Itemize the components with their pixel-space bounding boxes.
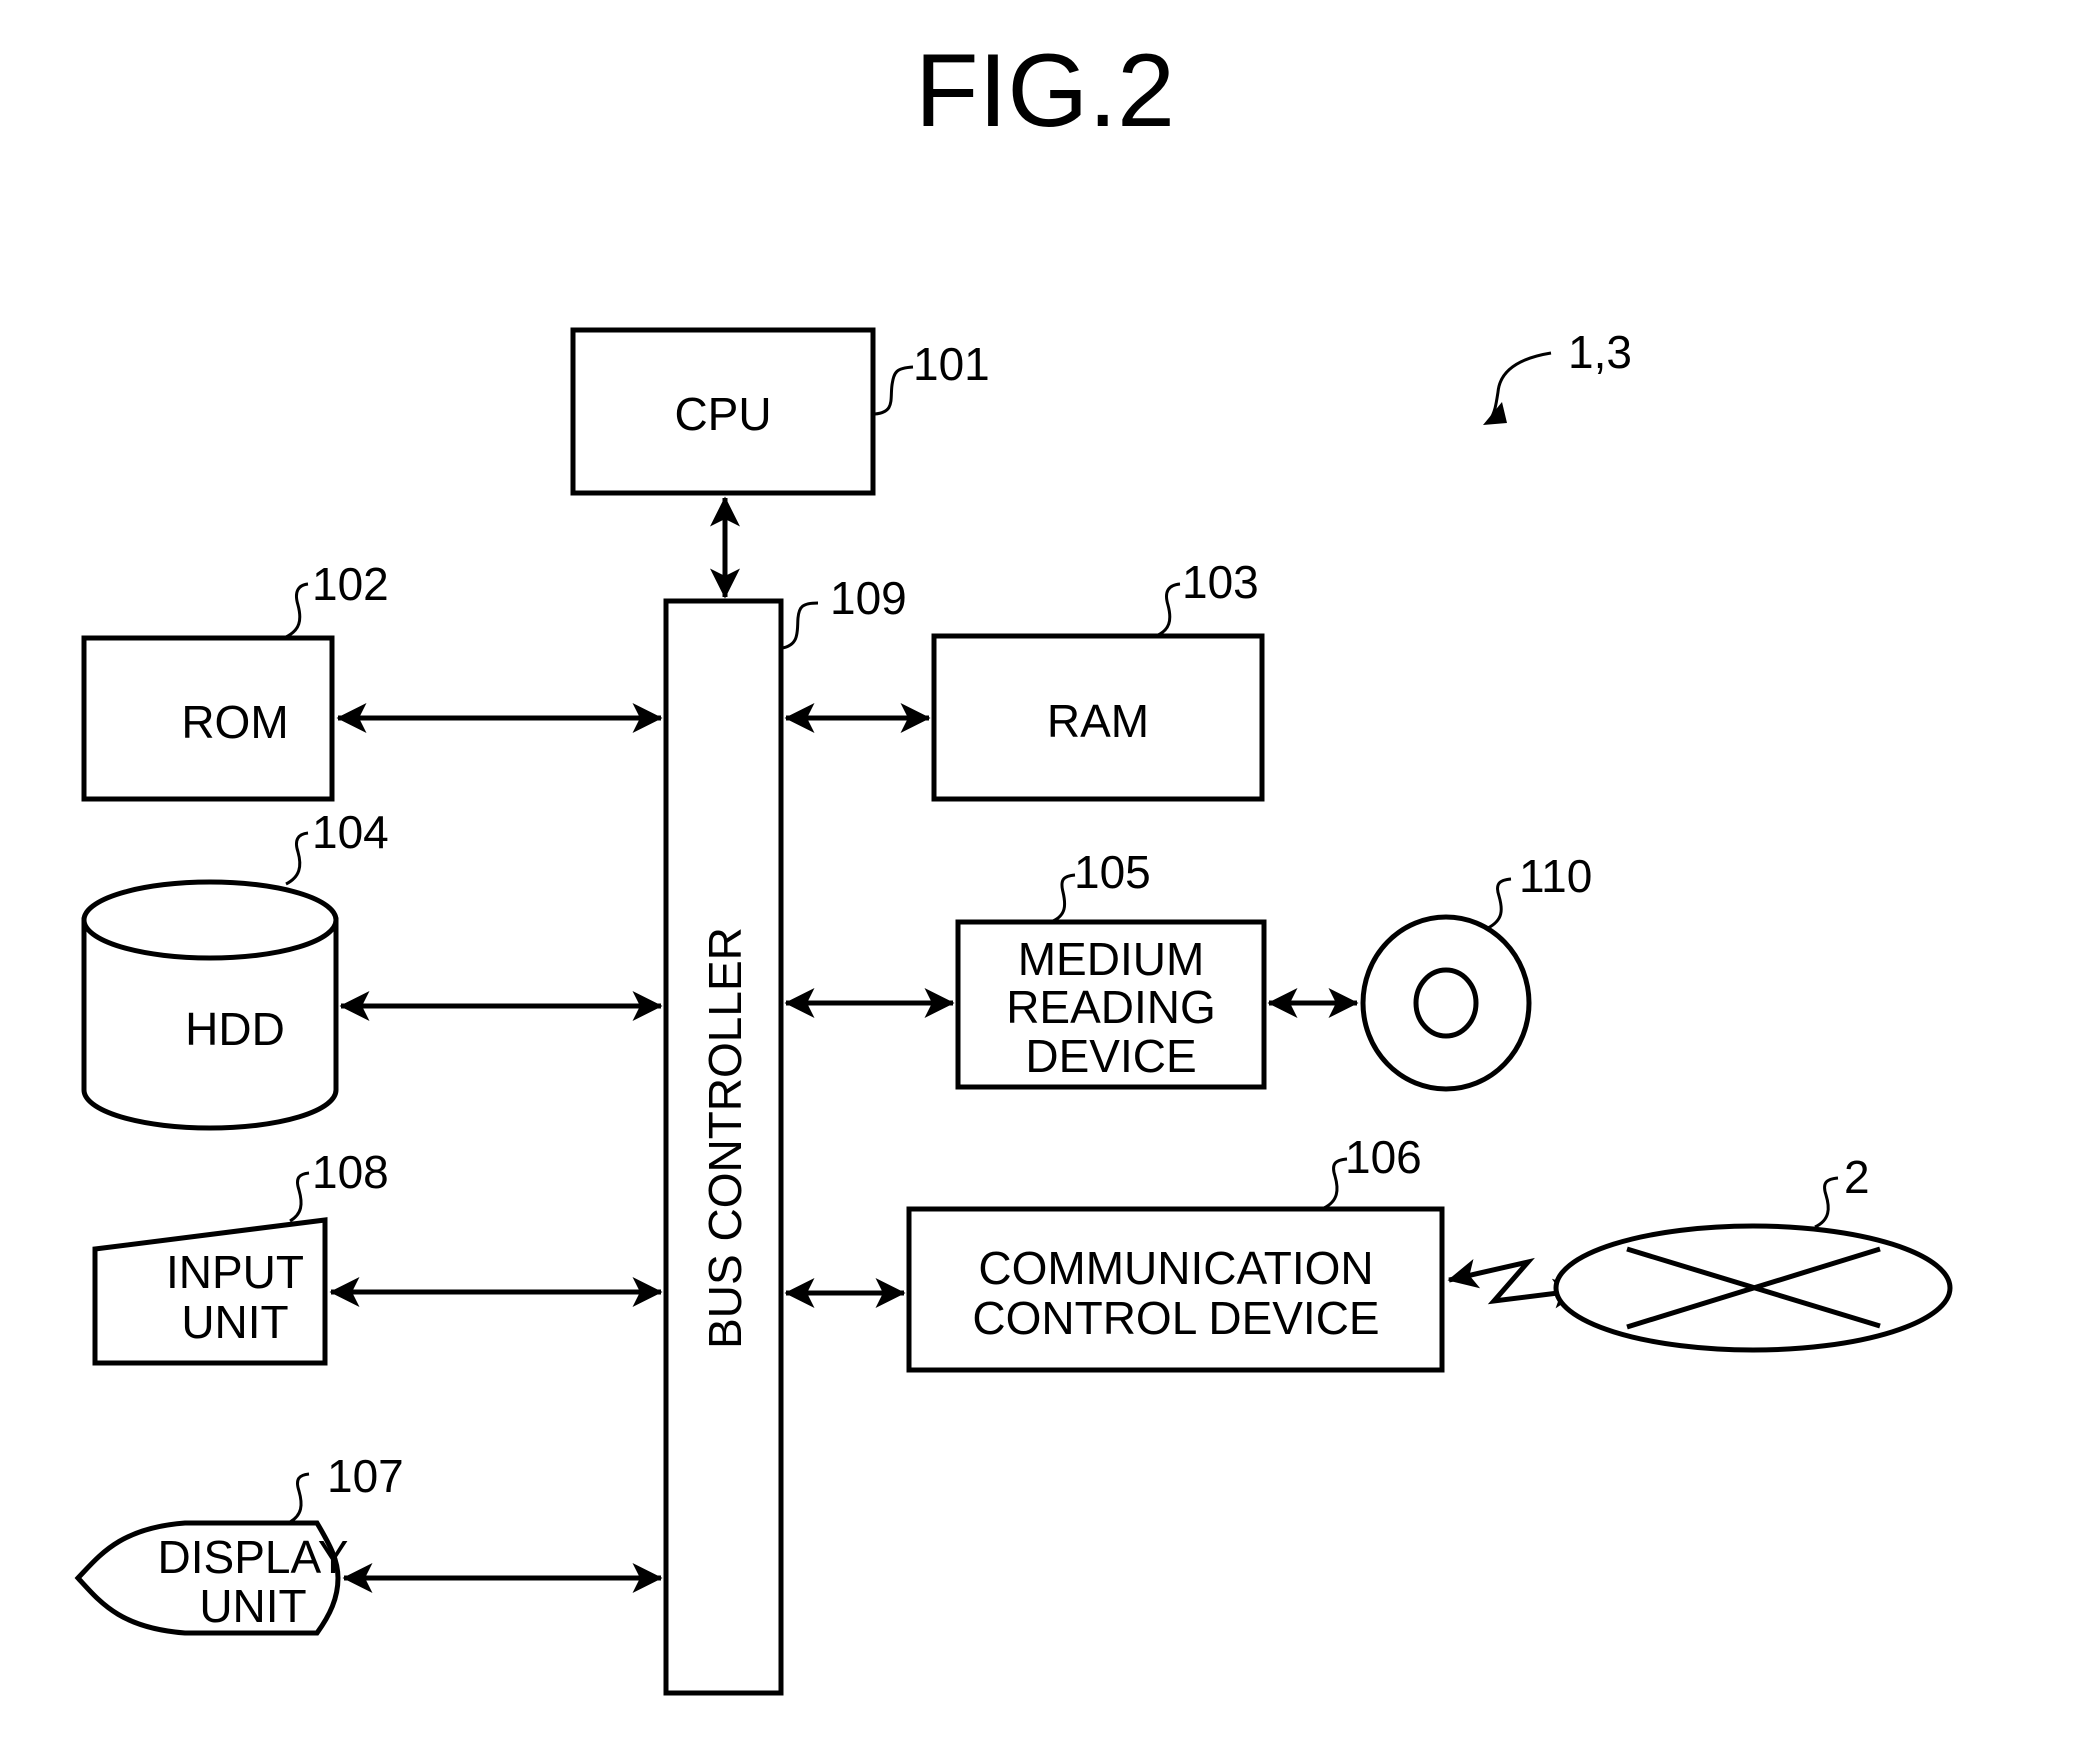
network-ref: 2 <box>1844 1151 1870 1203</box>
rom-block: ROM 102 <box>81 558 389 802</box>
ram-block: RAM 103 <box>931 556 1265 802</box>
rom-ref: 102 <box>312 558 389 610</box>
rom-leader-line <box>285 582 309 639</box>
display-unit-ref: 107 <box>327 1450 404 1502</box>
hdd-leader-line <box>285 831 309 886</box>
communication-control-device-block: COMMUNICATION CONTROL DEVICE 106 <box>906 1131 1445 1373</box>
bus-controller-block: BUS CONTROLLER 109 <box>663 572 907 1696</box>
network-block: 2 <box>1553 1151 1953 1353</box>
input-unit-leader-line <box>289 1171 310 1223</box>
disk-ref: 110 <box>1519 850 1592 902</box>
comm-device-ref: 106 <box>1345 1131 1422 1183</box>
cpu-ref: 101 <box>913 338 990 390</box>
comm-device-line-1: COMMUNICATION <box>978 1242 1373 1294</box>
bus-ref: 109 <box>830 572 907 624</box>
figure-title: FIG.2 <box>915 33 1175 149</box>
ram-label: RAM <box>1047 695 1149 747</box>
display-unit-line-1: DISPLAY <box>158 1531 349 1583</box>
hdd-block: HDD 104 <box>81 806 389 1131</box>
ram-leader-line <box>1155 582 1181 638</box>
input-unit-line-2: UNIT <box>181 1296 288 1348</box>
disk-hole <box>1413 967 1479 1039</box>
medium-reading-line-2: READING <box>1006 981 1216 1033</box>
cpu-leader-line <box>874 365 914 416</box>
block-diagram: FIG.2 1,3 CPU 101 BUS CONTROLLER 109 ROM… <box>74 33 1953 1696</box>
medium-reading-line-3: DEVICE <box>1025 1030 1196 1082</box>
hdd-label: HDD <box>185 1003 285 1055</box>
storage-medium-block: 110 <box>1360 850 1592 1092</box>
comm-device-line-2: CONTROL DEVICE <box>972 1292 1379 1344</box>
ram-ref: 103 <box>1182 556 1259 608</box>
medium-reading-device-block: MEDIUM READING DEVICE 105 <box>955 846 1267 1090</box>
system-ref-label: 1,3 <box>1568 326 1632 378</box>
disk-leader-line <box>1487 877 1512 930</box>
medium-reading-line-1: MEDIUM <box>1018 933 1205 985</box>
input-unit-block: INPUT UNIT 108 <box>92 1146 389 1366</box>
comm-device-leader-line <box>1323 1157 1348 1210</box>
cpu-label: CPU <box>674 388 771 440</box>
bus-controller-label: BUS CONTROLLER <box>699 927 751 1349</box>
display-unit-block: DISPLAY UNIT 107 <box>74 1450 404 1636</box>
input-unit-ref: 108 <box>312 1146 389 1198</box>
display-unit-line-2: UNIT <box>199 1580 306 1632</box>
rom-label: ROM <box>181 696 288 748</box>
bus-leader-line <box>781 601 819 650</box>
hdd-cylinder-top <box>81 879 339 961</box>
hdd-ref: 104 <box>312 806 389 858</box>
input-unit-line-1: INPUT <box>166 1246 304 1298</box>
network-leader-line <box>1814 1176 1839 1229</box>
display-unit-leader-line <box>289 1472 310 1524</box>
medium-reading-ref: 105 <box>1074 846 1151 898</box>
cpu-block: CPU 101 <box>570 327 990 496</box>
system-reference: 1,3 <box>1483 326 1632 425</box>
medium-reading-leader-line <box>1052 873 1076 923</box>
